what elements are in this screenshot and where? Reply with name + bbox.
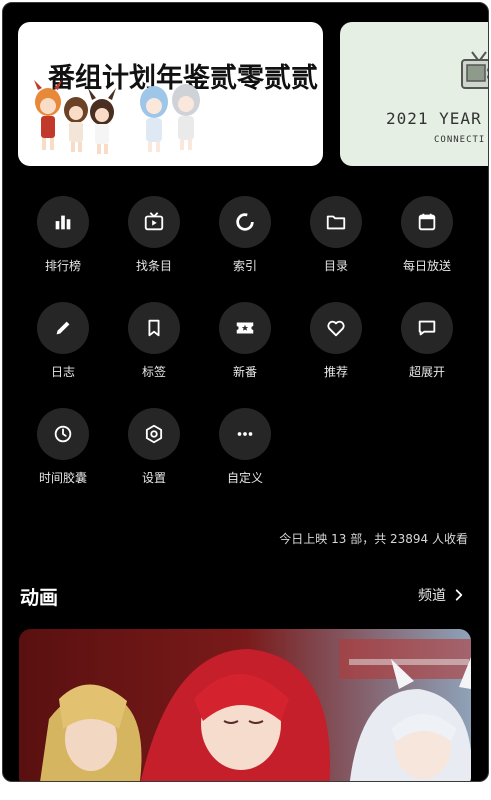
anime-cover-card[interactable]: [19, 629, 471, 781]
menu-item-label: 找条目: [135, 259, 172, 273]
menu-item-time-capsule[interactable]: 时间胶囊: [18, 408, 108, 486]
menu-item-label: 设置: [141, 471, 166, 485]
chibi-characters-image: [34, 80, 200, 154]
menu-item-label: 日志: [50, 365, 75, 379]
menu-item-search-subject[interactable]: 找条目: [109, 196, 199, 274]
settings-hex-icon: [128, 408, 180, 460]
channel-link[interactable]: 频道: [418, 585, 466, 605]
pencil-icon: [37, 302, 89, 354]
menu-item-tags[interactable]: 标签: [109, 302, 199, 380]
heart-icon: [310, 302, 362, 354]
banner-2021-year[interactable]: 2021 YEAR CONNECTI: [340, 22, 488, 166]
menu-item-label: 索引: [232, 259, 257, 273]
menu-item-label: 超展开: [408, 365, 445, 379]
banner-yearbook[interactable]: 番组计划年鉴贰零贰贰: [18, 22, 323, 166]
bookmark-icon: [128, 302, 180, 354]
anime-cover-image: [19, 629, 471, 781]
menu-item-label: 时间胶囊: [38, 471, 87, 485]
more-dots-icon: [219, 408, 271, 460]
menu-item-label: 新番: [232, 365, 257, 379]
ring-progress-icon: [219, 196, 271, 248]
calendar-icon: [401, 196, 453, 248]
menu-item-label: 每日放送: [402, 259, 451, 273]
menu-item-daily-schedule[interactable]: 每日放送: [382, 196, 472, 274]
menu-item-new-anime[interactable]: 新番: [200, 302, 290, 380]
menu-item-index[interactable]: 索引: [200, 196, 290, 274]
menu-item-customize[interactable]: 自定义: [200, 408, 290, 486]
chevron-right-icon: [455, 589, 463, 601]
menu-item-catalog[interactable]: 目录: [291, 196, 381, 274]
menu-item-settings[interactable]: 设置: [109, 408, 199, 486]
retro-tv-icon: [458, 50, 488, 94]
app-frame: 番组计划年鉴贰零贰贰 2021 YEAR CONNECTI 排行榜 找条目 索引…: [2, 2, 489, 782]
tv-play-icon: [128, 196, 180, 248]
folder-icon: [310, 196, 362, 248]
banner-year-text: 2021 YEAR: [386, 109, 482, 128]
ticket-star-icon: [219, 302, 271, 354]
menu-item-rank[interactable]: 排行榜: [18, 196, 108, 274]
banner-connect-text: CONNECTI: [434, 135, 486, 145]
clock-icon: [37, 408, 89, 460]
banner-carousel[interactable]: 番组计划年鉴贰零贰贰 2021 YEAR CONNECTI: [18, 22, 488, 166]
section-title-anime: 动画: [20, 587, 59, 609]
menu-item-label: 自定义: [226, 471, 263, 485]
chat-bubble-icon: [401, 302, 453, 354]
channel-link-label: 频道: [418, 588, 446, 604]
menu-item-label: 推荐: [323, 365, 348, 379]
menu-item-label: 排行榜: [44, 259, 81, 273]
menu-item-label: 标签: [141, 365, 166, 379]
bar-chart-icon: [37, 196, 89, 248]
menu-item-rakuen[interactable]: 超展开: [382, 302, 472, 380]
menu-item-blog[interactable]: 日志: [18, 302, 108, 380]
today-stats-text: 今日上映 13 部，共 23894 人收看: [279, 532, 468, 546]
menu-item-recommend[interactable]: 推荐: [291, 302, 381, 380]
menu-item-label: 目录: [323, 259, 348, 273]
